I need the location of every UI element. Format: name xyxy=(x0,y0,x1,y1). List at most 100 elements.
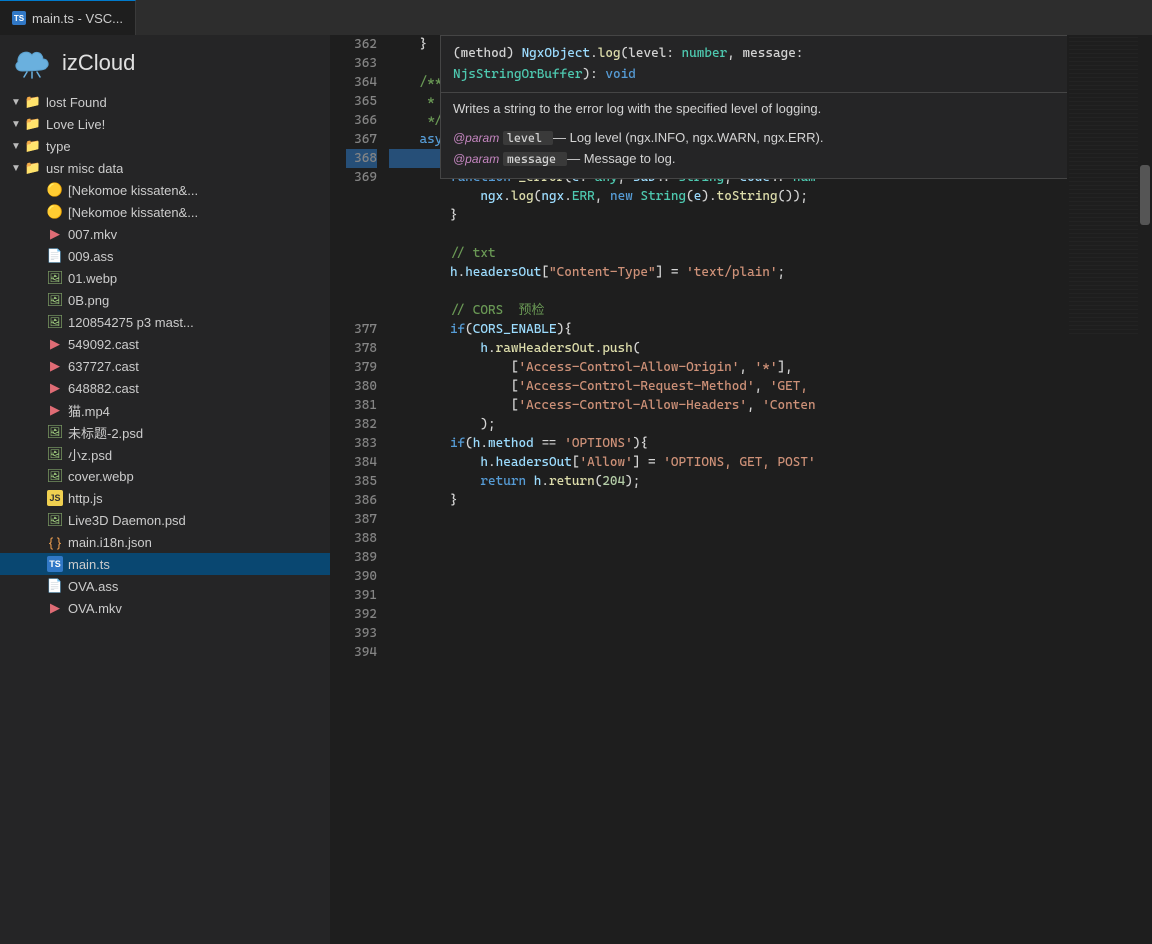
tooltip-dot: . xyxy=(590,46,598,61)
tooltip-signature: (method) NgxObject.log(level: number, me… xyxy=(441,36,1067,92)
cloud-logo-icon xyxy=(12,43,52,83)
tooltip-comma: , message: xyxy=(727,46,803,61)
tooltip-param1-label: @param xyxy=(453,131,499,145)
psd-icon: 🖼 xyxy=(46,423,64,441)
item-label: Live3D Daemon.psd xyxy=(68,513,186,528)
code-line-394 xyxy=(389,510,1067,529)
sidebar-item-maints[interactable]: TS main.ts xyxy=(0,553,330,575)
item-label: cover.webp xyxy=(68,469,134,484)
code-line-385: h.rawHeadersOut.push( xyxy=(389,339,1067,358)
folder-icon: 📁 xyxy=(24,115,42,133)
line-num-383: 383 xyxy=(346,434,377,453)
code-line-389: ); xyxy=(389,415,1067,434)
folder-icon: 📁 xyxy=(24,93,42,111)
sidebar-item-xiaozpsd[interactable]: 🖼 小z.psd xyxy=(0,443,330,465)
sidebar-header: izCloud xyxy=(0,35,330,91)
psd-icon: 🖼 xyxy=(46,511,64,529)
sidebar-title: izCloud xyxy=(62,50,135,76)
tooltip-param1-desc: — Log level (ngx.INFO, ngx.WARN, ngx.ERR… xyxy=(553,130,823,145)
arrow-icon: ▼ xyxy=(8,119,24,130)
sidebar-item-type[interactable]: ▼ 📁 type xyxy=(0,135,330,157)
sidebar-item-httpjs[interactable]: JS http.js xyxy=(0,487,330,509)
file-icon: 🟡 xyxy=(46,203,64,221)
tooltip-spacer xyxy=(346,187,377,320)
tooltip-popup: (method) NgxObject.log(level: number, me… xyxy=(440,35,1067,179)
code-content[interactable]: } /** * 用于njs调用的主函数 */ async function ma… xyxy=(385,35,1067,944)
sidebar-item-maini18n[interactable]: { } main.i18n.json xyxy=(0,531,330,553)
sidebar-item-nekomoe2[interactable]: 🟡 [Nekomoe kissaten&... xyxy=(0,201,330,223)
sidebar-item-549092cast[interactable]: ▶ 549092.cast xyxy=(0,333,330,355)
img-icon: 🖼 xyxy=(46,467,64,485)
line-num-392: 392 xyxy=(346,605,377,624)
code-line-387: ['Access-Control-Request-Method', 'GET, xyxy=(389,377,1067,396)
line-num-364: 364 xyxy=(346,73,377,92)
sidebar-item-coverwebp[interactable]: 🖼 cover.webp xyxy=(0,465,330,487)
sidebar-item-catmp4[interactable]: ▶ 猫.mp4 xyxy=(0,399,330,421)
sidebar-item-live3d[interactable]: 🖼 Live3D Daemon.psd xyxy=(0,509,330,531)
line-num-389: 389 xyxy=(346,548,377,567)
tooltip-class: NgxObject xyxy=(522,46,591,61)
code-line-378: } xyxy=(389,206,1067,225)
line-num-390: 390 xyxy=(346,567,377,586)
sidebar: izCloud ▼ 📁 lost Found ▼ 📁 Love Live! ▼ … xyxy=(0,35,330,944)
line-num-387: 387 xyxy=(346,510,377,529)
line-num-362: 362 xyxy=(346,35,377,54)
sidebar-item-nekomoe1[interactable]: 🟡 [Nekomoe kissaten&... xyxy=(0,179,330,201)
line-num-365: 365 xyxy=(346,92,377,111)
line-num-378: 378 xyxy=(346,339,377,358)
folder-icon: 📁 xyxy=(24,137,42,155)
item-label: 未标题-2.psd xyxy=(68,423,143,442)
sidebar-item-637727cast[interactable]: ▶ 637727.cast xyxy=(0,355,330,377)
sidebar-item-untitled2psd[interactable]: 🖼 未标题-2.psd xyxy=(0,421,330,443)
sidebar-item-lost-found[interactable]: ▼ 📁 lost Found xyxy=(0,91,330,113)
item-label: lost Found xyxy=(46,95,107,110)
tooltip-method-prefix: (method) xyxy=(453,46,522,61)
sidebar-item-648882cast[interactable]: ▶ 648882.cast xyxy=(0,377,330,399)
item-label: usr misc data xyxy=(46,161,123,176)
ass-icon: 📄 xyxy=(46,577,64,595)
line-num-377: 377 xyxy=(346,320,377,339)
sidebar-item-love-live[interactable]: ▼ 📁 Love Live! xyxy=(0,113,330,135)
tooltip-param1-name: level xyxy=(503,131,553,145)
item-label: main.ts xyxy=(68,557,110,572)
json-icon: { } xyxy=(46,533,64,551)
code-line-384: if(CORS_ENABLE){ xyxy=(389,320,1067,339)
line-num-363: 363 xyxy=(346,54,377,73)
tooltip-param2: @param message — Message to log. xyxy=(453,149,1067,170)
line-num-394: 394 xyxy=(346,643,377,662)
item-label: 小z.psd xyxy=(68,445,112,464)
sidebar-item-ovamkv[interactable]: ▶ OVA.mkv xyxy=(0,597,330,619)
line-num-391: 391 xyxy=(346,586,377,605)
sidebar-item-0bpng[interactable]: 🖼 0B.png xyxy=(0,289,330,311)
code-line-383: // CORS 预检 xyxy=(389,301,1067,320)
scrollbar-thumb[interactable] xyxy=(1140,165,1150,225)
video-icon: ▶ xyxy=(46,401,64,419)
item-label: 009.ass xyxy=(68,249,114,264)
sidebar-item-120854275[interactable]: 🖼 120854275 p3 mast... xyxy=(0,311,330,333)
code-line-382 xyxy=(389,282,1067,301)
line-num-386: 386 xyxy=(346,491,377,510)
scrollbar-track[interactable] xyxy=(1138,35,1152,944)
tooltip-param2-name: message xyxy=(503,152,567,166)
line-numbers: 362 363 364 365 366 367 368 369 377 378 … xyxy=(330,35,385,944)
sidebar-item-007mkv[interactable]: ▶ 007.mkv xyxy=(0,223,330,245)
line-num-367: 367 xyxy=(346,130,377,149)
sidebar-item-usr-misc-data[interactable]: ▼ 📁 usr misc data xyxy=(0,157,330,179)
arrow-icon: ▼ xyxy=(8,163,24,174)
sidebar-item-ovaass[interactable]: 📄 OVA.ass xyxy=(0,575,330,597)
ts-file-icon: TS xyxy=(46,555,64,573)
js-icon: JS xyxy=(46,489,64,507)
folder-icon: 📁 xyxy=(24,159,42,177)
sidebar-item-009ass[interactable]: 📄 009.ass xyxy=(0,245,330,267)
tooltip-method-name: log xyxy=(598,46,621,61)
tab-label: main.ts - VSC... xyxy=(32,11,123,26)
cast-icon: ▶ xyxy=(46,379,64,397)
code-line-390: if(h.method == 'OPTIONS'){ xyxy=(389,434,1067,453)
line-num-382: 382 xyxy=(346,415,377,434)
ts-icon: TS xyxy=(12,11,26,25)
psd-icon: 🖼 xyxy=(46,445,64,463)
sidebar-item-01webp[interactable]: 🖼 01.webp xyxy=(0,267,330,289)
tab-main-ts[interactable]: TS main.ts - VSC... xyxy=(0,0,136,35)
tooltip-open-paren: (level: xyxy=(621,46,682,61)
img-icon: 🖼 xyxy=(46,291,64,309)
